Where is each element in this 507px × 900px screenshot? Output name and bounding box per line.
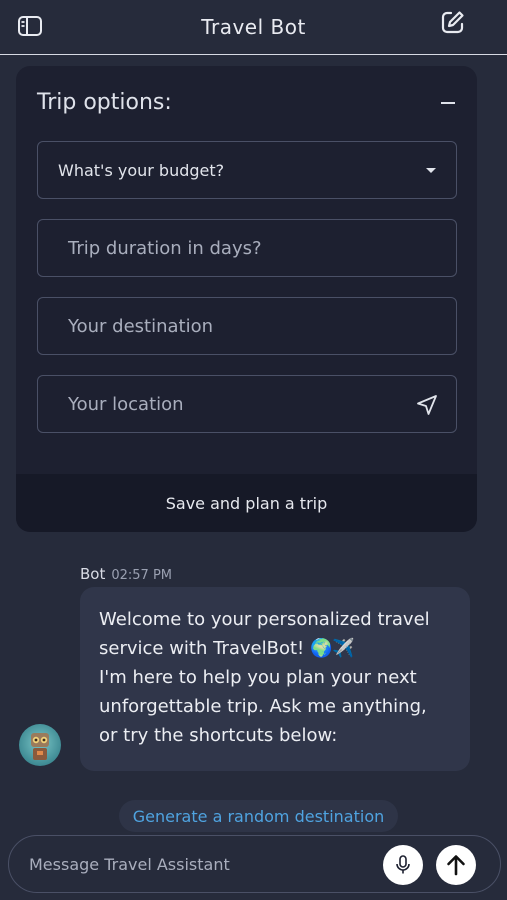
random-destination-shortcut[interactable]: Generate a random destination bbox=[119, 800, 398, 832]
bot-message-bubble: Welcome to your personalized travel serv… bbox=[80, 587, 470, 771]
budget-select-value: What's your budget? bbox=[58, 160, 225, 180]
voice-input-button[interactable] bbox=[383, 845, 423, 885]
header: Travel Bot bbox=[0, 0, 507, 55]
destination-input[interactable]: Your destination bbox=[37, 297, 457, 355]
robot-icon bbox=[31, 733, 49, 760]
sidebar-icon bbox=[18, 16, 42, 36]
trip-options-card: Trip options: What's your budget? Trip d… bbox=[16, 66, 477, 532]
location-arrow-icon[interactable] bbox=[416, 394, 438, 416]
message-meta: Bot 02:57 PM bbox=[80, 565, 172, 583]
trip-duration-input[interactable]: Trip duration in days? bbox=[37, 219, 457, 277]
trip-options-title: Trip options: bbox=[37, 90, 172, 115]
message-input[interactable]: Message Travel Assistant bbox=[29, 855, 230, 874]
app: Travel Bot Trip options: What's your bud… bbox=[0, 0, 507, 900]
location-placeholder: Your location bbox=[68, 393, 184, 415]
page-title: Travel Bot bbox=[201, 15, 306, 39]
destination-placeholder: Your destination bbox=[68, 315, 214, 337]
edit-icon bbox=[441, 11, 464, 34]
caret-down-icon bbox=[426, 168, 436, 173]
message-composer[interactable]: Message Travel Assistant bbox=[8, 835, 501, 893]
trip-duration-placeholder: Trip duration in days? bbox=[68, 237, 262, 259]
bot-avatar bbox=[19, 724, 61, 766]
arrow-up-icon bbox=[447, 855, 465, 876]
bot-message-text: Welcome to your personalized travel serv… bbox=[99, 609, 430, 746]
sidebar-toggle-button[interactable] bbox=[14, 10, 46, 42]
microphone-icon bbox=[396, 855, 410, 874]
save-and-plan-button[interactable]: Save and plan a trip bbox=[16, 474, 477, 532]
sender-name: Bot bbox=[80, 565, 106, 583]
location-input[interactable]: Your location bbox=[37, 375, 457, 433]
message-time: 02:57 PM bbox=[111, 568, 173, 583]
send-button[interactable] bbox=[436, 845, 476, 885]
new-chat-button[interactable] bbox=[437, 6, 469, 38]
collapse-icon[interactable] bbox=[441, 102, 455, 104]
budget-select[interactable]: What's your budget? bbox=[37, 141, 457, 199]
